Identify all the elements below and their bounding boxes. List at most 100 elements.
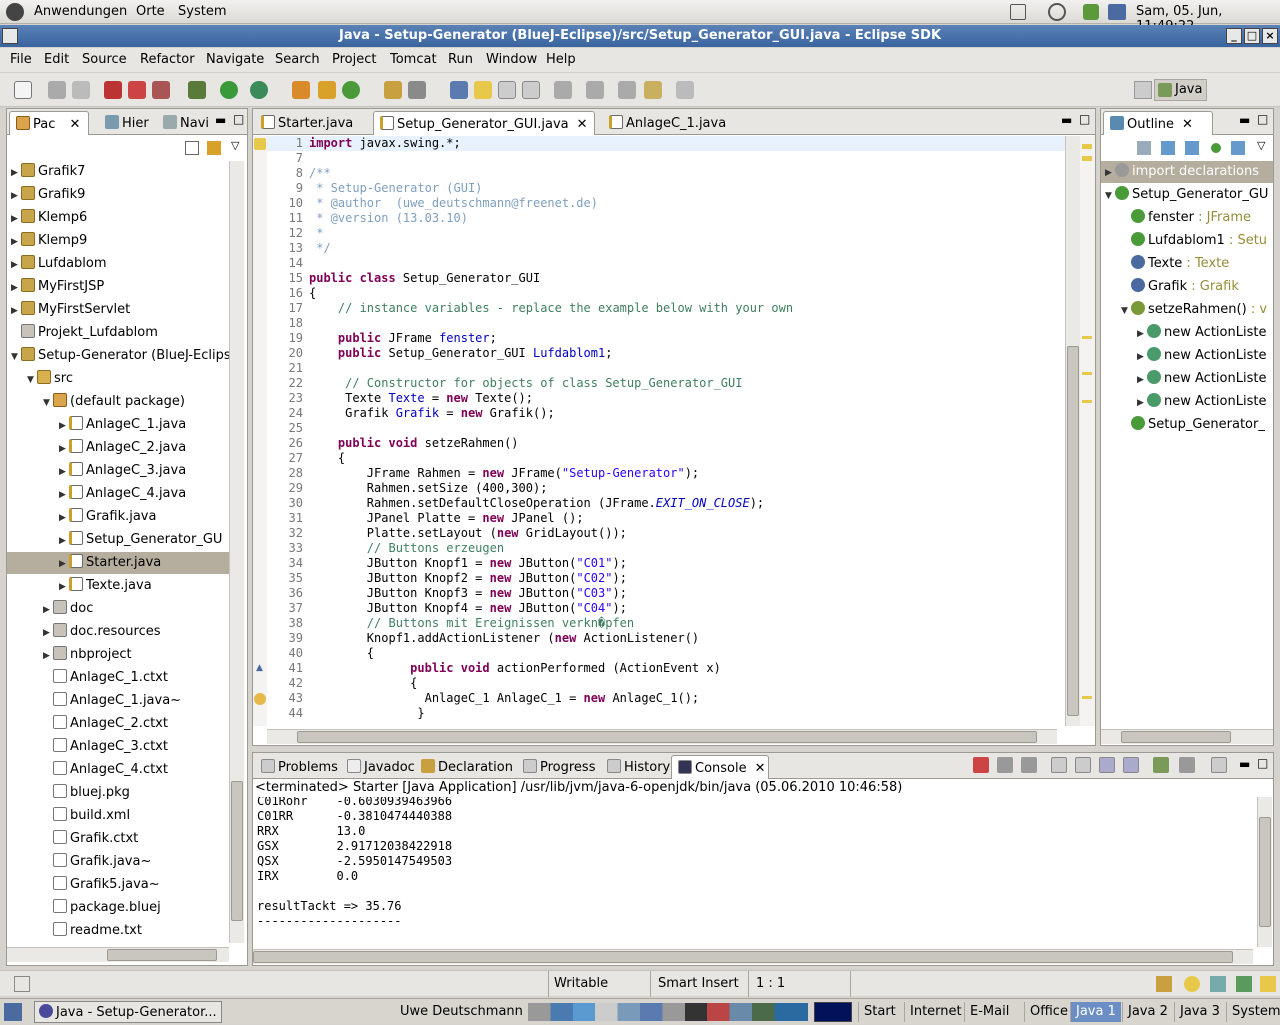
collapsed-arrow-icon[interactable]: ▶ — [11, 300, 21, 322]
code-line[interactable]: 34 JButton Knopf1 = new JButton("C01"); — [267, 556, 1065, 571]
collapsed-arrow-icon[interactable]: ▶ — [1137, 369, 1147, 391]
outline-item[interactable]: Lufdablom1 : Setu — [1101, 230, 1273, 252]
minimize-editor-icon[interactable]: ▬ — [1061, 113, 1072, 127]
outline-item[interactable]: ▶ new ActionListe — [1101, 368, 1273, 390]
minimize-console-icon[interactable]: ▬ — [1239, 757, 1250, 771]
menu-orte[interactable]: Orte — [136, 4, 165, 19]
menu-project[interactable]: Project — [332, 52, 376, 67]
tray-icon-5[interactable] — [1260, 976, 1276, 992]
tree-item[interactable]: ▶ AnlageC_3.java — [7, 460, 229, 482]
outline-item[interactable]: Grafik : Grafik — [1101, 276, 1273, 298]
code-line[interactable]: 8 /** — [267, 166, 1065, 181]
close-icon[interactable]: × — [1262, 28, 1278, 44]
code-line[interactable]: 10 * @author (uwe_deutschmann@freenet.de… — [267, 196, 1065, 211]
code-line[interactable]: 27 { — [267, 451, 1065, 466]
tree-scrollbar-v[interactable] — [229, 161, 244, 943]
workspace-system[interactable]: System — [1226, 1002, 1280, 1022]
outline-hscroll-thumb[interactable] — [1121, 731, 1231, 743]
menu-system[interactable]: System — [178, 4, 226, 19]
overview-marker[interactable] — [1082, 696, 1092, 699]
tree-item[interactable]: ▶ AnlageC_1.java — [7, 414, 229, 436]
remove-launch-icon[interactable] — [997, 757, 1013, 773]
skip-breakpoints-icon[interactable] — [128, 81, 146, 99]
save-icon[interactable] — [48, 81, 66, 99]
collapsed-arrow-icon[interactable]: ▶ — [11, 277, 21, 299]
code-line[interactable]: 21 — [267, 361, 1065, 376]
tab-hierarchy[interactable]: Hier — [99, 111, 155, 135]
code-line[interactable]: 37 JButton Knopf4 = new JButton("C04"); — [267, 601, 1065, 616]
editor-scrollbar-v[interactable] — [1065, 136, 1080, 726]
tree-item[interactable]: ▶ Starter.java — [7, 552, 229, 574]
collapsed-arrow-icon[interactable]: ▶ — [11, 185, 21, 207]
tree-item[interactable]: ▼ Setup-Generator (BlueJ-Eclips — [7, 345, 229, 367]
collapsed-arrow-icon[interactable]: ▶ — [11, 208, 21, 230]
tree-item[interactable]: ▶ doc — [7, 598, 229, 620]
outline-item[interactable]: Setup_Generator_ — [1101, 414, 1273, 436]
collapse-all-icon[interactable] — [185, 141, 199, 155]
collapsed-arrow-icon[interactable]: ▶ — [59, 484, 69, 506]
tree-item[interactable]: ▶ Klemp6 — [7, 207, 229, 229]
launcher-icons[interactable] — [528, 1003, 808, 1021]
console-output[interactable]: C01Rohr -0.6030939463966 C01RR -0.3810474… — [253, 797, 1253, 947]
collapsed-arrow-icon[interactable]: ▶ — [1105, 162, 1115, 184]
code-line[interactable]: 18 — [267, 316, 1065, 331]
new-class-icon[interactable] — [342, 81, 360, 99]
minimize-icon[interactable]: _ — [1226, 28, 1242, 44]
editor-tab-starter[interactable]: Starter.java — [255, 111, 359, 135]
window-title-bar[interactable]: Java - Setup-Generator (BlueJ-Eclipse)/s… — [0, 25, 1280, 47]
new-package-icon[interactable] — [318, 81, 336, 99]
editor-tab-setup-generator-gui[interactable]: Setup_Generator_GUI.java ✕ — [373, 111, 595, 135]
warning-icon[interactable] — [254, 138, 266, 150]
code-line[interactable]: 29 Rahmen.setSize (400,300); — [267, 481, 1065, 496]
show-whitespace-icon[interactable] — [522, 81, 540, 99]
collapsed-arrow-icon[interactable]: ▶ — [59, 438, 69, 460]
code-line[interactable]: 39 Knopf1.addActionListener (new ActionL… — [267, 631, 1065, 646]
display-console-icon[interactable] — [1179, 757, 1195, 773]
close-tab-icon[interactable]: ✕ — [70, 117, 81, 132]
overview-marker[interactable] — [1082, 156, 1092, 161]
tree-item[interactable]: Grafik.ctxt — [7, 828, 229, 850]
collapsed-arrow-icon[interactable]: ▶ — [11, 162, 21, 184]
code-line[interactable]: 35 JButton Knopf2 = new JButton("C02"); — [267, 571, 1065, 586]
code-line[interactable]: 32 Platte.setLayout (new GridLayout()); — [267, 526, 1065, 541]
user-name[interactable]: Uwe Deutschmann — [400, 1004, 523, 1019]
workspace-java-3[interactable]: Java 3 — [1174, 1002, 1225, 1022]
outline-item[interactable]: ▶ new ActionListe — [1101, 391, 1273, 413]
tab-history[interactable]: History — [601, 755, 676, 779]
clear-console-icon[interactable] — [1051, 757, 1067, 773]
outline-item[interactable]: ▶ new ActionListe — [1101, 322, 1273, 344]
tree-item[interactable]: ▶ MyFirstServlet — [7, 299, 229, 321]
close-tab-icon[interactable]: ✕ — [577, 117, 588, 132]
code-area[interactable]: 1 import javax.swing.*; 7 8/** 9 * Setup-Gen… — [267, 136, 1067, 726]
code-line[interactable]: 42 { — [267, 676, 1065, 691]
tree-item[interactable]: ▼ src — [7, 368, 229, 390]
expanded-arrow-icon[interactable]: ▼ — [43, 392, 53, 414]
code-line[interactable]: 20 public Setup_Generator_GUI Lufdablom1… — [267, 346, 1065, 361]
code-line[interactable]: 33 // Buttons erzeugen — [267, 541, 1065, 556]
gnome-foot-icon[interactable] — [6, 3, 24, 21]
collapsed-arrow-icon[interactable]: ▶ — [11, 254, 21, 276]
code-line[interactable]: 25 — [267, 421, 1065, 436]
menu-edit[interactable]: Edit — [44, 52, 69, 67]
maximize-view-icon[interactable]: □ — [233, 112, 244, 126]
workspace-office[interactable]: Office — [1024, 1002, 1073, 1022]
scroll-lock-icon[interactable] — [1075, 757, 1091, 773]
menu-run[interactable]: Run — [448, 52, 473, 67]
tab-declaration[interactable]: Declaration — [415, 755, 519, 779]
show-stderr-icon[interactable] — [1123, 757, 1139, 773]
run-external-icon[interactable] — [250, 81, 268, 99]
prev-annotation-icon[interactable] — [586, 81, 604, 99]
code-line[interactable]: 31 JPanel Platte = new JPanel (); — [267, 511, 1065, 526]
new-icon[interactable] — [14, 81, 32, 99]
code-line[interactable]: 26 public void setzeRahmen() — [267, 436, 1065, 451]
editor-scrollbar-h[interactable] — [267, 729, 1057, 744]
print-icon[interactable] — [72, 81, 90, 99]
tree-item[interactable]: ▶ Klemp9 — [7, 230, 229, 252]
toggle-block-icon[interactable] — [498, 81, 516, 99]
collapsed-arrow-icon[interactable]: ▶ — [1137, 346, 1147, 368]
computer-icon[interactable] — [1108, 4, 1126, 20]
view-menu-icon[interactable]: ▽ — [231, 139, 239, 152]
tray-icon-4[interactable] — [1236, 976, 1252, 992]
code-line[interactable]: 36 JButton Knopf3 = new JButton("C03"); — [267, 586, 1065, 601]
collapsed-arrow-icon[interactable]: ▶ — [59, 415, 69, 437]
